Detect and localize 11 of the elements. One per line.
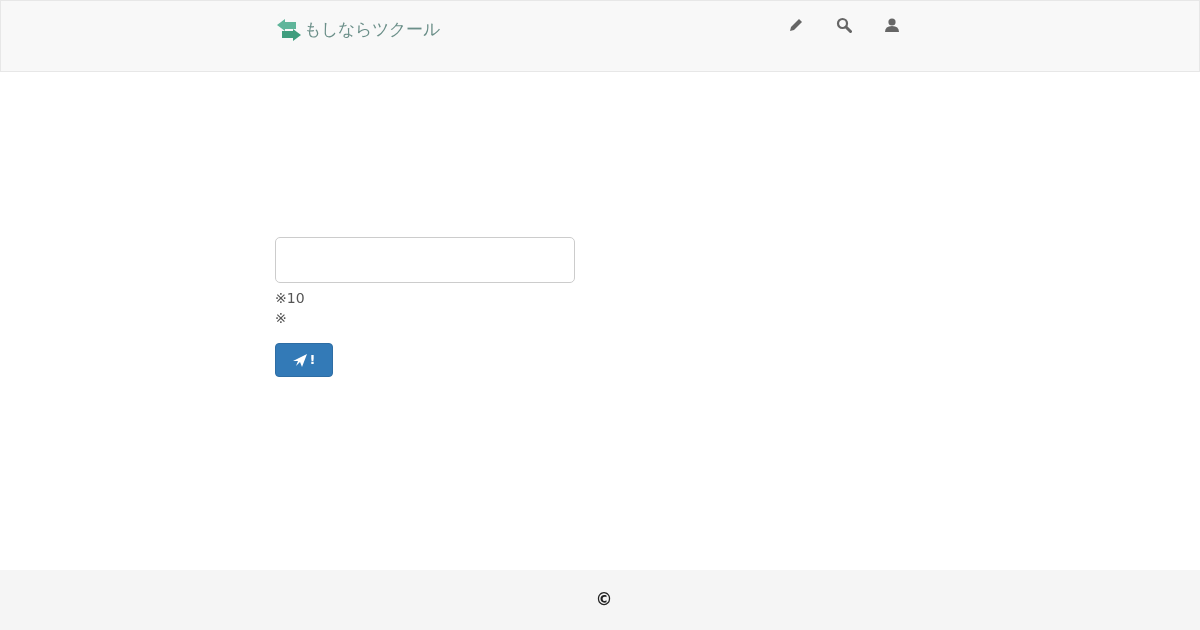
hint-text: ※10 (275, 289, 306, 308)
paper-plane-icon (292, 353, 307, 367)
pencil-icon[interactable] (788, 17, 804, 33)
input-field[interactable] (275, 237, 575, 283)
arrows-logo-icon (276, 17, 302, 42)
hint-text: ※ (275, 309, 288, 328)
brand-link[interactable]: もしならツクール (276, 17, 440, 43)
copyright-text: © (594, 588, 613, 612)
user-icon[interactable] (884, 17, 900, 33)
submit-button[interactable]: ! (275, 343, 333, 377)
search-icon[interactable] (836, 17, 852, 33)
